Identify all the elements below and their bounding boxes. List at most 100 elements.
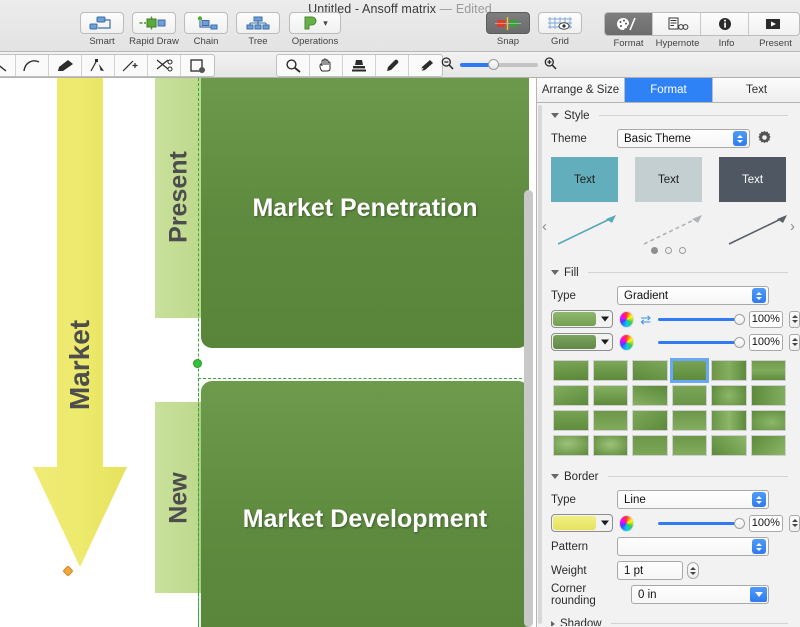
style-preview-1[interactable]: Text [551, 157, 618, 202]
cell-market-penetration[interactable]: Market Penetration [201, 78, 529, 348]
add-point-tool-icon[interactable] [115, 55, 148, 76]
gradient-swatch[interactable] [632, 360, 668, 381]
border-weight-stepper[interactable] [687, 562, 699, 579]
section-style-header[interactable]: Style [537, 107, 800, 124]
slider-knob[interactable] [734, 314, 745, 325]
chevron-updown-icon[interactable] [733, 131, 747, 146]
format-palette-icon[interactable] [605, 13, 653, 35]
gradient-swatch[interactable] [711, 435, 747, 456]
market-axis-arrow[interactable]: Market [33, 78, 127, 627]
gradient-swatch[interactable] [632, 435, 668, 456]
fill-color-well-2[interactable] [551, 333, 613, 351]
color-wheel-icon[interactable] [619, 515, 634, 532]
document-canvas[interactable]: Market Present New Market Penetration Ma… [0, 78, 536, 627]
operations-icon[interactable]: ▾ [289, 12, 341, 34]
tree-icon[interactable] [236, 12, 280, 34]
smart-connector-icon[interactable] [80, 12, 124, 34]
fill-opacity-value-2[interactable]: 100% [749, 334, 784, 351]
section-border-header[interactable]: Border [537, 468, 800, 485]
cell-market-development[interactable]: Market Development [201, 381, 529, 627]
toolbar-item-smart[interactable]: Smart [76, 12, 128, 47]
paintbrush-tool-icon[interactable] [409, 55, 442, 76]
chevron-updown-icon[interactable] [752, 492, 766, 507]
pen-tool-icon[interactable] [49, 55, 82, 76]
inspector-tabs[interactable]: Arrange & Size Format Text [537, 78, 800, 103]
tab-text[interactable]: Text [713, 78, 800, 102]
style-preview-row[interactable]: Text Text Text [537, 157, 800, 202]
tab-format[interactable]: Format [625, 78, 713, 102]
theme-select[interactable]: Basic Theme [617, 129, 750, 148]
border-opacity-slider[interactable] [658, 516, 743, 530]
zoom-out-icon[interactable] [440, 56, 455, 74]
border-color-well[interactable] [551, 514, 613, 532]
gradient-swatch[interactable] [672, 410, 708, 431]
rapid-draw-icon[interactable] [132, 12, 176, 34]
chain-icon[interactable] [184, 12, 228, 34]
chevron-left-icon[interactable]: ‹ [542, 218, 547, 235]
chevron-updown-icon[interactable] [752, 288, 766, 303]
grid-icon[interactable] [538, 12, 582, 34]
gradient-swatch[interactable] [672, 435, 708, 456]
inspector-scrollbar[interactable] [538, 105, 542, 624]
gradient-swatch[interactable] [553, 410, 589, 431]
fill-opacity-stepper-1[interactable] [789, 311, 800, 328]
slider-knob[interactable] [734, 337, 745, 348]
gradient-swatch[interactable] [553, 360, 589, 381]
eyedropper-tool-icon[interactable] [376, 55, 409, 76]
connector-style-2[interactable] [640, 212, 708, 248]
border-opacity-stepper[interactable] [789, 515, 800, 532]
chevron-down-icon[interactable]: ▾ [323, 18, 328, 29]
swap-colors-icon[interactable]: ⇄ [640, 313, 651, 326]
curve-tool-icon[interactable] [16, 55, 49, 76]
gradient-swatch[interactable] [751, 435, 787, 456]
view-tools-strip[interactable] [276, 54, 443, 77]
disclosure-triangle-icon[interactable] [551, 270, 559, 275]
gradient-swatch[interactable] [593, 410, 629, 431]
style-preview-3[interactable]: Text [719, 157, 786, 202]
snap-icon[interactable] [486, 12, 530, 34]
slider-knob[interactable] [734, 518, 745, 529]
tab-arrange-size[interactable]: Arrange & Size [537, 78, 625, 102]
chevron-down-icon[interactable] [601, 521, 609, 526]
gradient-swatch[interactable] [751, 360, 787, 381]
disclosure-triangle-icon[interactable] [551, 474, 559, 479]
line-tool-icon[interactable] [0, 55, 16, 76]
toolbar-item-grid[interactable]: Grid [534, 12, 586, 47]
chevron-down-icon[interactable] [601, 317, 609, 322]
present-icon[interactable] [749, 13, 797, 35]
gradient-swatch[interactable] [751, 410, 787, 431]
zoom-in-icon[interactable] [543, 56, 558, 74]
gradient-swatch[interactable] [593, 435, 629, 456]
gradient-swatch[interactable] [553, 385, 589, 406]
hypernote-icon[interactable] [653, 13, 701, 35]
border-pattern-select[interactable] [617, 537, 769, 556]
gradient-swatch[interactable] [711, 360, 747, 381]
color-wheel-icon[interactable] [619, 311, 634, 328]
chevron-down-icon[interactable] [601, 340, 609, 345]
canvas-vertical-scrollbar[interactable] [524, 190, 533, 627]
toolbar-item-rapid-draw[interactable]: Rapid Draw [128, 12, 180, 47]
stamp-tool-icon[interactable] [343, 55, 376, 76]
style-preview-2[interactable]: Text [635, 157, 702, 202]
connector-style-3[interactable] [725, 212, 793, 248]
row-label-new[interactable]: New [155, 402, 203, 593]
chevron-down-icon[interactable] [750, 587, 767, 602]
scissors-tool-icon[interactable] [148, 55, 181, 76]
gradient-swatch[interactable] [711, 385, 747, 406]
gear-icon[interactable] [757, 130, 772, 148]
gradient-swatch-selected[interactable] [672, 360, 708, 381]
gradient-swatch[interactable] [632, 410, 668, 431]
connector-style-1[interactable] [554, 212, 622, 248]
gradient-swatch[interactable] [553, 435, 589, 456]
fill-opacity-slider-1[interactable] [658, 312, 743, 326]
gradient-swatch[interactable] [711, 410, 747, 431]
border-opacity-value[interactable]: 100% [749, 515, 784, 532]
border-weight-input[interactable]: 1 pt [617, 561, 683, 580]
connector-style-preview-row[interactable]: ‹ › [537, 204, 800, 251]
fill-type-select[interactable]: Gradient [617, 286, 769, 305]
row-label-present[interactable]: Present [155, 78, 203, 318]
toolbar-item-tree[interactable]: Tree [232, 12, 284, 47]
magnifier-tool-icon[interactable] [277, 55, 310, 76]
gradient-swatch[interactable] [593, 360, 629, 381]
gradient-swatch[interactable] [672, 385, 708, 406]
